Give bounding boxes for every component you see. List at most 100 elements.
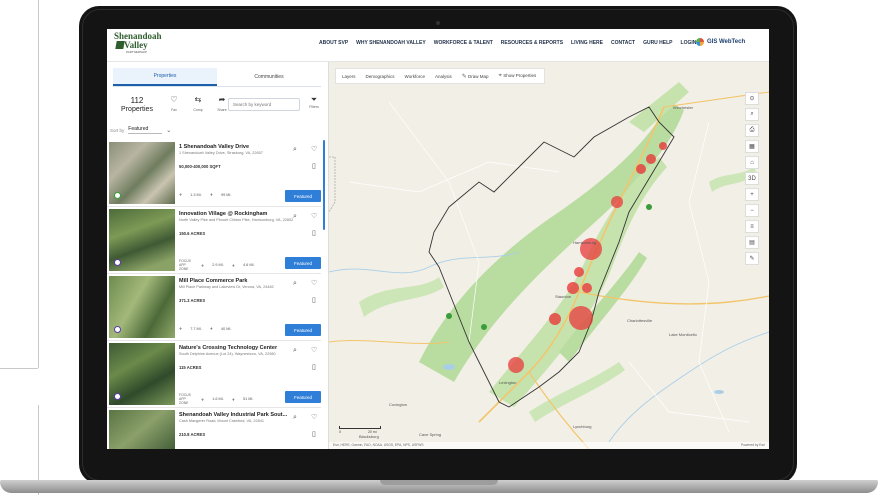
- properties-panel: Properties Communities 112 Properties ♡ …: [107, 62, 329, 449]
- nav-living[interactable]: LIVING HERE: [571, 40, 603, 50]
- city-label-lake-monticello: Lake Monticello: [669, 332, 697, 337]
- property-address: South Delphine Avenue (Lot 24), Waynesbo…: [179, 352, 276, 356]
- property-size: 50,000-400,000 SQFT: [179, 164, 221, 169]
- distance-2: 4.6 MI.: [242, 263, 255, 267]
- property-image[interactable]: [109, 276, 175, 338]
- zoom-to-icon[interactable]: ⌕: [293, 146, 297, 154]
- featured-button[interactable]: Featured: [285, 257, 321, 269]
- property-image[interactable]: [109, 410, 175, 449]
- site-logo[interactable]: Shenandoah Valley PARTNERSHIP: [114, 32, 176, 58]
- zoom-to-icon[interactable]: ⌕: [293, 347, 297, 355]
- distance-1: 1.3 MI.: [190, 192, 202, 197]
- panel-tools: ♡ Fav ⇆ Comp ➦ Share: [167, 95, 229, 112]
- property-address: Mill Place Parkway and Lakeview Dr, Vero…: [179, 285, 274, 289]
- sort-label: Sort by: [110, 127, 125, 133]
- map-tool-workforce[interactable]: Workforce: [405, 74, 425, 79]
- nav-contact[interactable]: CONTACT: [611, 40, 635, 50]
- pin-icon: ⌖: [498, 72, 502, 79]
- powered-by-esri[interactable]: Powered by Esri: [741, 442, 765, 449]
- property-address: North Valley Pike and Pirouet Clinton Pi…: [179, 218, 294, 222]
- favorite-icon[interactable]: ♡: [311, 279, 317, 287]
- sort-select[interactable]: Featured: [128, 126, 163, 134]
- property-list: 1 Shenandoah Valley Drive 1 Shenandoah Va…: [107, 140, 321, 449]
- locate-icon[interactable]: ⊙: [745, 92, 759, 105]
- property-image[interactable]: [109, 209, 175, 271]
- nav-workforce[interactable]: WORKFORCE & TALENT: [434, 40, 493, 50]
- map-search-icon[interactable]: ⌕: [745, 108, 759, 121]
- property-image[interactable]: [109, 142, 175, 204]
- property-meta: ✈ 1.3 MI. ✈ 99 MI.: [179, 192, 232, 198]
- zoom-to-icon[interactable]: ⌕: [293, 280, 297, 288]
- city-label-blacksburg: Blacksburg: [359, 434, 379, 439]
- scale-end: 20 mi: [367, 430, 377, 434]
- contact-icon[interactable]: ▯: [312, 229, 316, 237]
- sort-row: Sort by Featured ⌄: [110, 126, 171, 134]
- nav-login[interactable]: LOGIN: [681, 40, 697, 50]
- property-name[interactable]: Nature's Crossing Technology Center: [179, 345, 277, 351]
- property-card[interactable]: 1 Shenandoah Valley Drive 1 Shenandoah Va…: [107, 140, 321, 207]
- basemap-icon[interactable]: ▦: [745, 140, 759, 153]
- map-tool-draw[interactable]: ✎ Draw Map: [462, 73, 489, 80]
- property-name[interactable]: Innovation Village @ Rockingham: [179, 211, 267, 217]
- contact-icon[interactable]: ▯: [312, 363, 316, 371]
- print-icon[interactable]: ⎙: [745, 124, 759, 137]
- property-name[interactable]: Mill Place Commerce Park: [179, 278, 247, 284]
- laptop-notch: [380, 480, 498, 485]
- map-tool-analysis[interactable]: Analysis: [435, 74, 452, 79]
- share-button[interactable]: ➦ Share: [215, 95, 229, 112]
- property-size: 115 ACRES: [179, 365, 202, 370]
- home-icon[interactable]: ⌂: [745, 156, 759, 169]
- fav-button[interactable]: ♡ Fav: [167, 95, 181, 112]
- nav-resources[interactable]: RESOURCES & REPORTS: [501, 40, 563, 50]
- contact-icon[interactable]: ▯: [312, 430, 316, 438]
- favorite-icon[interactable]: ♡: [311, 145, 317, 153]
- nav-guru[interactable]: GURU HELP: [643, 40, 672, 50]
- city-label-harrisonburg: Harrisonburg: [573, 240, 597, 245]
- favorite-icon[interactable]: ♡: [311, 346, 317, 354]
- featured-button[interactable]: Featured: [285, 324, 321, 336]
- table-icon[interactable]: ▤: [745, 236, 759, 249]
- map-tool-demographics[interactable]: Demographics: [366, 74, 395, 79]
- legend-icon[interactable]: ≡: [745, 220, 759, 233]
- gis-webtech-logo[interactable]: GIS WebTech: [696, 38, 745, 46]
- property-card[interactable]: Nature's Crossing Technology Center South…: [107, 341, 321, 408]
- nav-about[interactable]: ABOUT SVP: [319, 40, 348, 50]
- map-tool-show-properties[interactable]: ⌖ Show Properties: [499, 73, 537, 80]
- distance-icon: ✈: [201, 397, 205, 402]
- map-view[interactable]: Winchester Harrisonburg Staunton Charlot…: [329, 62, 769, 449]
- measure-icon[interactable]: ✎: [745, 252, 759, 265]
- property-card[interactable]: Innovation Village @ Rockingham North Val…: [107, 207, 321, 274]
- contact-icon[interactable]: ▯: [312, 296, 316, 304]
- property-card[interactable]: Mill Place Commerce Park Mill Place Parkw…: [107, 274, 321, 341]
- nav-why[interactable]: WHY SHENANDOAH VALLEY: [356, 40, 426, 50]
- property-type-icon: [114, 326, 121, 333]
- tab-communities[interactable]: Communities: [217, 68, 321, 86]
- contact-icon[interactable]: ▯: [312, 162, 316, 170]
- property-name[interactable]: 1 Shenandoah Valley Drive: [179, 144, 249, 150]
- property-count: 112 Properties: [117, 96, 157, 113]
- filters-label: Filters: [309, 105, 319, 109]
- list-scrollbar[interactable]: [323, 140, 325, 230]
- map-tool-layers[interactable]: Layers: [342, 74, 356, 79]
- zoom-out-button[interactable]: −: [745, 204, 759, 217]
- favorite-icon[interactable]: ♡: [311, 413, 317, 421]
- favorite-icon[interactable]: ♡: [311, 212, 317, 220]
- search-input[interactable]: Search by keyword: [228, 98, 300, 111]
- filters-button[interactable]: ⏷ Filters: [306, 95, 322, 109]
- property-name[interactable]: Shenandoah Valley Industrial Park Sout..…: [179, 412, 287, 418]
- zoom-in-button[interactable]: +: [745, 188, 759, 201]
- property-type-icon: [114, 393, 121, 400]
- chevron-down-icon[interactable]: ⌄: [166, 127, 171, 134]
- compare-button[interactable]: ⇆ Comp: [191, 95, 205, 112]
- distance-1: 7.7 MI.: [190, 326, 202, 331]
- featured-button[interactable]: Featured: [285, 391, 321, 403]
- featured-button[interactable]: Featured: [285, 190, 321, 202]
- property-image[interactable]: [109, 343, 175, 405]
- property-card[interactable]: Shenandoah Valley Industrial Park Sout..…: [107, 408, 321, 449]
- tab-properties[interactable]: Properties: [113, 68, 217, 86]
- map-attribution: Esri, HERE, Garmin, FAO, NOAA, USGS, EPA…: [329, 442, 769, 449]
- zoom-to-icon[interactable]: ⌕: [293, 414, 297, 422]
- view-3d-button[interactable]: 3D: [745, 172, 759, 185]
- city-label-staunton: Staunton: [555, 294, 572, 299]
- zoom-to-icon[interactable]: ⌕: [293, 213, 297, 221]
